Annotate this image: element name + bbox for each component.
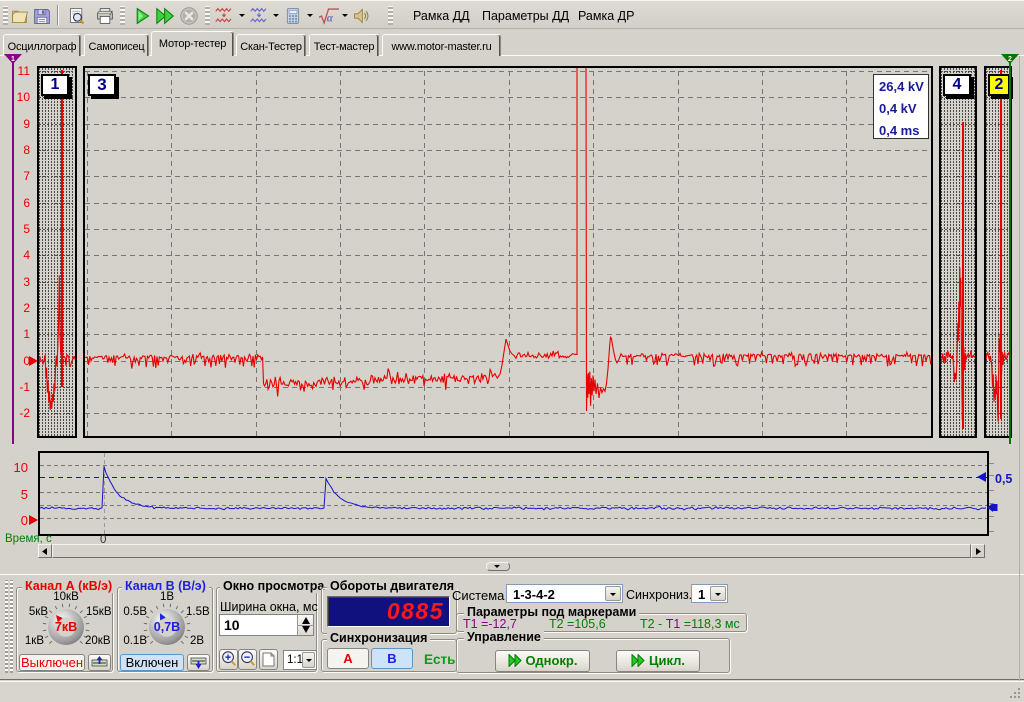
- svg-text:1: 1: [11, 56, 15, 63]
- svg-text:α: α: [327, 13, 334, 25]
